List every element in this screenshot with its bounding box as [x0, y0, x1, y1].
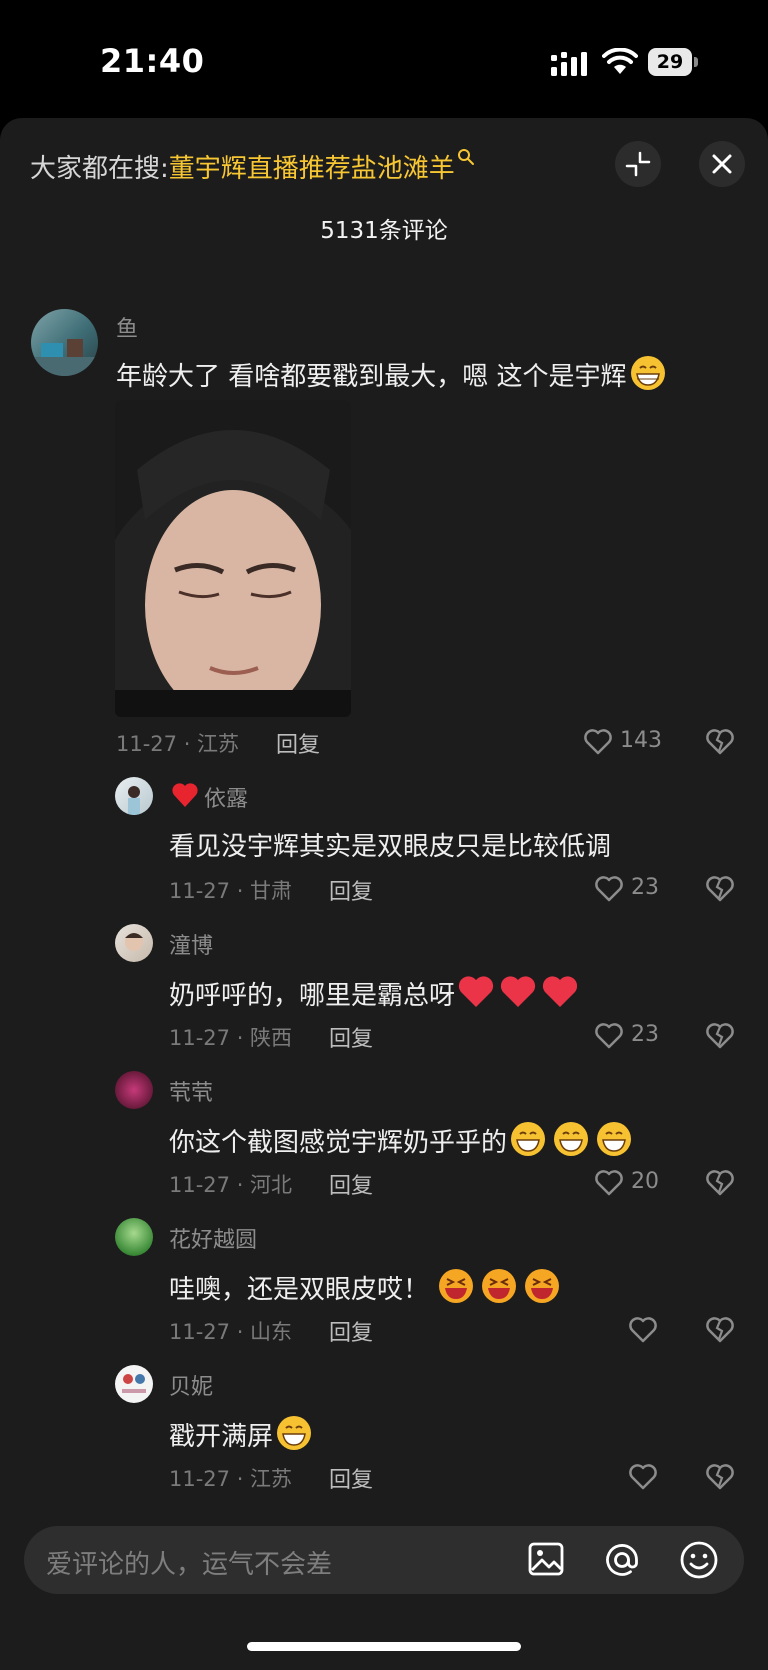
reply-username[interactable]: 茕茕: [169, 1075, 213, 1107]
heart-icon: [595, 1023, 623, 1049]
close-button[interactable]: [699, 141, 745, 187]
heart-icon: [595, 876, 623, 902]
wifi-icon: [602, 48, 638, 74]
avatar[interactable]: [31, 309, 98, 376]
comment-text: 年龄大了 看啥都要戳到最大，嗯 这个是宇辉: [116, 354, 667, 393]
like-button[interactable]: 20: [593, 1164, 673, 1200]
like-button[interactable]: 23: [593, 870, 673, 906]
like-count: 20: [631, 1169, 659, 1194]
dislike-icon[interactable]: [704, 872, 736, 904]
reply-text-content: 哇噢，还是双眼皮哎！: [169, 1275, 430, 1305]
reply-button[interactable]: 回复: [329, 1315, 373, 1347]
search-icon: [457, 149, 474, 165]
image-icon[interactable]: [527, 1540, 565, 1578]
trending-search[interactable]: 大家都在搜:董宇辉直播推荐盐池滩羊: [30, 148, 475, 185]
reply-meta: 11-27 · 甘肃: [169, 879, 293, 903]
trending-search-keyword[interactable]: 董宇辉直播推荐盐池滩羊: [169, 154, 455, 184]
reply-meta: 11-27 · 陕西: [169, 1026, 293, 1050]
reply-text: 戳开满屏: [169, 1414, 313, 1453]
close-icon: [712, 154, 732, 174]
reply-button[interactable]: 回复: [329, 1462, 373, 1494]
avatar[interactable]: [115, 777, 153, 815]
heart-icon: [595, 1170, 623, 1196]
grin-emoji-icon: [277, 1416, 312, 1450]
emoji-icon[interactable]: [679, 1540, 719, 1580]
grin-emoji-icon: [630, 356, 665, 390]
dislike-icon[interactable]: [704, 725, 736, 757]
reply-text: 你这个截图感觉宇辉奶乎乎的: [169, 1120, 635, 1159]
reply-text: 奶呼呼的，哪里是霸总呀: [169, 973, 578, 1012]
heart-icon[interactable]: [627, 1460, 659, 1492]
like-count: 23: [631, 875, 659, 900]
like-button[interactable]: 143: [582, 723, 672, 759]
signal-icon: [551, 52, 587, 76]
comment-meta: 11-27 · 江苏: [116, 732, 240, 756]
heart-icon: [584, 729, 612, 755]
dislike-icon[interactable]: [704, 1166, 736, 1198]
reply-meta: 11-27 · 河北: [169, 1173, 293, 1197]
reply-text: 看见没宇辉其实是双眼皮只是比较低调: [169, 832, 612, 862]
reply-username[interactable]: 花好越圆: [169, 1222, 257, 1254]
reply-text-content: 戳开满屏: [169, 1422, 274, 1452]
battery-icon: 29: [648, 48, 698, 76]
like-count: 143: [620, 728, 662, 753]
reply-button[interactable]: 回复: [329, 874, 373, 906]
dislike-icon[interactable]: [704, 1313, 736, 1345]
comment-text-content: 年龄大了 看啥都要戳到最大，嗯 这个是宇辉: [116, 362, 627, 392]
red-heart-emoji-icon: [172, 783, 198, 807]
home-indicator[interactable]: [247, 1642, 521, 1651]
avatar[interactable]: [115, 1365, 153, 1403]
like-count: 23: [631, 1022, 659, 1047]
comment-username[interactable]: 鱼: [116, 311, 138, 343]
laughing-emoji-icon: [439, 1269, 560, 1303]
reply-button[interactable]: 回复: [329, 1021, 373, 1053]
collapse-button[interactable]: [615, 141, 661, 187]
comment-input-placeholder[interactable]: 爱评论的人，运气不会差: [46, 1544, 332, 1581]
avatar[interactable]: [115, 1071, 153, 1109]
reply-button[interactable]: 回复: [276, 727, 320, 759]
avatar[interactable]: [115, 1218, 153, 1256]
reply-username[interactable]: 贝妮: [169, 1369, 213, 1401]
reply-meta: 11-27 · 江苏: [169, 1467, 293, 1491]
comment-count: 5131条评论: [320, 218, 448, 244]
heart-icon[interactable]: [627, 1313, 659, 1345]
reply-username[interactable]: 依露: [204, 781, 248, 813]
like-button[interactable]: 23: [593, 1017, 673, 1053]
at-icon[interactable]: [602, 1540, 642, 1580]
avatar[interactable]: [115, 924, 153, 962]
comment-image[interactable]: [115, 400, 351, 717]
reply-text: 哇噢，还是双眼皮哎！: [169, 1267, 563, 1306]
grin-emoji-icon: [511, 1122, 632, 1156]
reply-text-content: 你这个截图感觉宇辉奶乎乎的: [169, 1128, 508, 1158]
status-time: 21:40: [100, 42, 205, 80]
dislike-icon[interactable]: [704, 1460, 736, 1492]
reply-button[interactable]: 回复: [329, 1168, 373, 1200]
reply-username[interactable]: 潼博: [169, 928, 213, 960]
collapse-icon: [625, 151, 651, 177]
dislike-icon[interactable]: [704, 1019, 736, 1051]
trending-search-prefix: 大家都在搜:: [30, 154, 169, 184]
reply-text-content: 奶呼呼的，哪里是霸总呀: [169, 981, 456, 1011]
battery-level: 29: [648, 48, 692, 76]
heart-emoji-icon: [458, 976, 578, 1007]
reply-meta: 11-27 · 山东: [169, 1320, 293, 1344]
